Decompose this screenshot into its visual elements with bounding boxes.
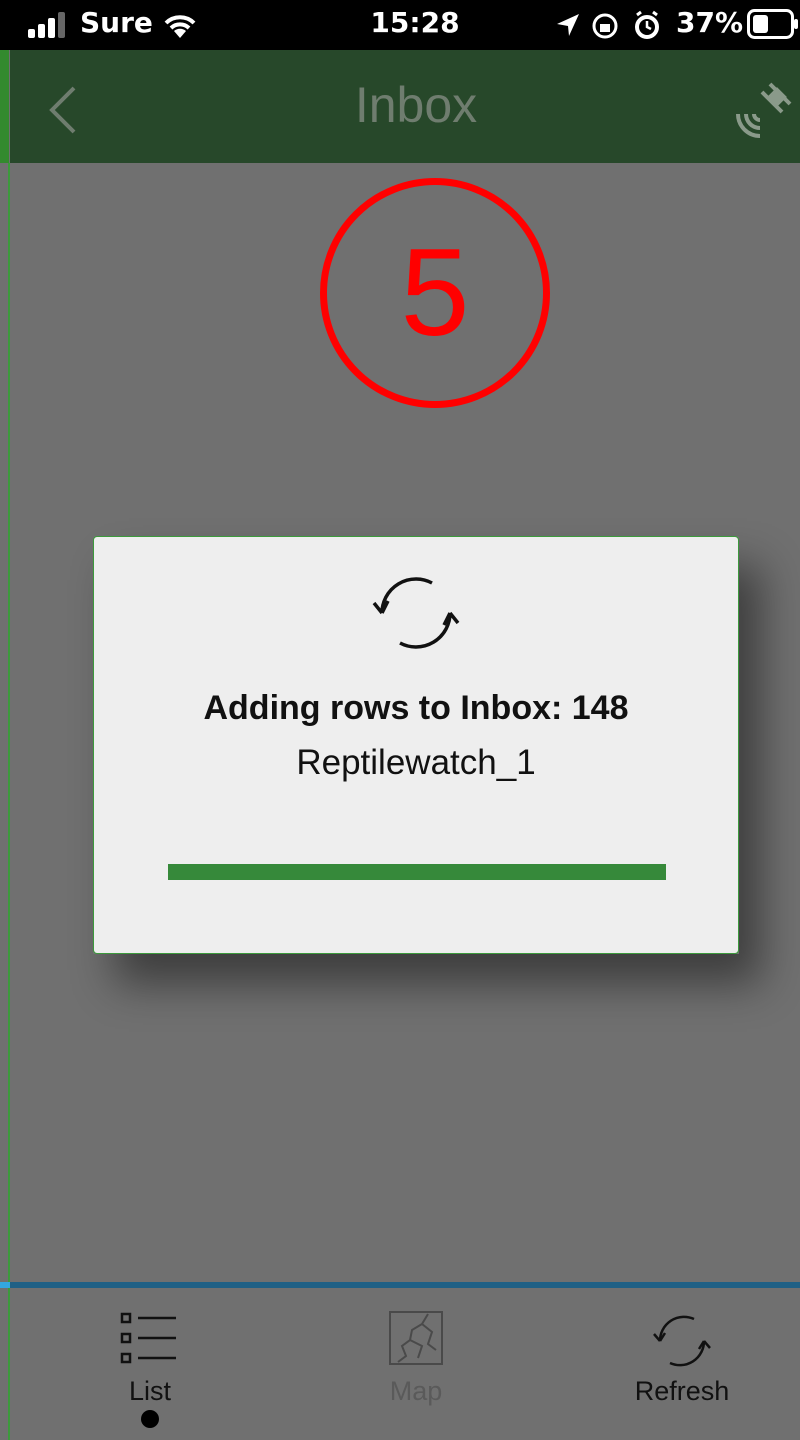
map-icon xyxy=(389,1311,443,1365)
left-edge-strip xyxy=(0,50,10,1440)
tab-map-label: Map xyxy=(389,1376,443,1406)
list-icon xyxy=(120,1312,176,1364)
nav-bar: Inbox xyxy=(10,50,800,163)
status-bar: Sure 15:28 37% xyxy=(0,0,800,50)
sync-icon xyxy=(372,577,460,649)
tab-map[interactable]: Map xyxy=(356,1288,476,1440)
tab-bar: List Map Refresh xyxy=(10,1288,800,1440)
progress-dialog: Adding rows to Inbox: 148 Reptilewatch_1 xyxy=(93,536,739,954)
tab-list-label: List xyxy=(128,1376,172,1406)
tab-refresh-label: Refresh xyxy=(634,1376,730,1406)
dialog-title: Adding rows to Inbox: 148 xyxy=(203,689,629,727)
left-edge-green-line xyxy=(8,163,10,1440)
dialog-subtitle: Reptilewatch_1 xyxy=(296,743,536,782)
battery-icon xyxy=(747,9,798,39)
tab-refresh[interactable]: Refresh xyxy=(622,1288,742,1440)
location-arrow-icon xyxy=(557,10,659,39)
progress-bar xyxy=(168,864,666,880)
tab-list[interactable]: List xyxy=(90,1288,210,1440)
progress-bar-fill xyxy=(168,864,666,880)
page-title: Inbox xyxy=(354,77,478,133)
tab-bar-separator-accent xyxy=(0,1282,10,1288)
active-tab-indicator xyxy=(141,1410,159,1428)
refresh-icon xyxy=(653,1315,711,1367)
satellite-icon[interactable] xyxy=(732,74,800,142)
left-edge-green-block xyxy=(0,50,9,163)
step-annotation: 5 xyxy=(320,178,550,408)
battery-percent: 37% xyxy=(676,6,744,39)
